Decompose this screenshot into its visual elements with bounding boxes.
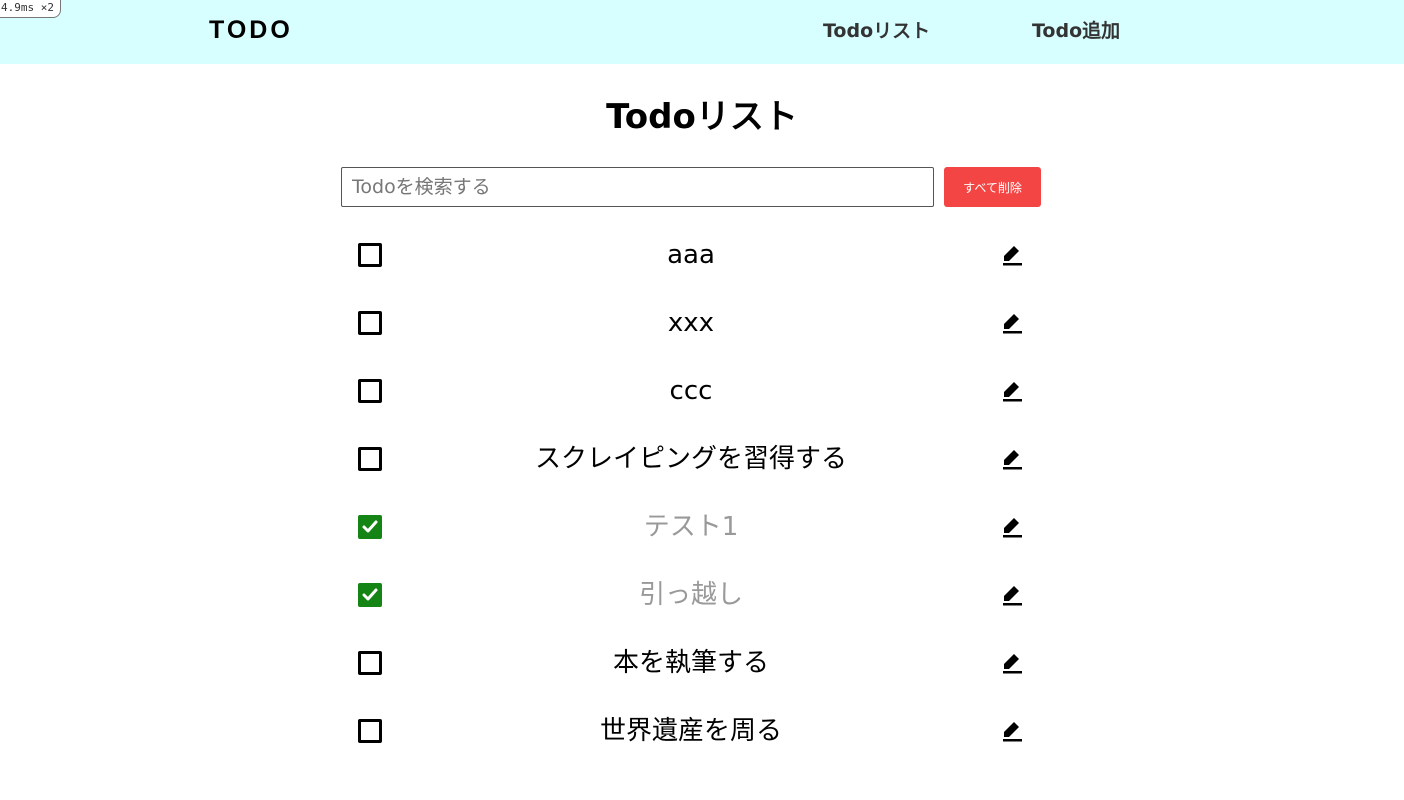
app-logo: TODO	[209, 16, 293, 44]
pencil-icon	[1003, 382, 1022, 402]
todo-item: 本を執筆する	[341, 629, 1041, 697]
delete-all-button[interactable]: すべて削除	[944, 167, 1041, 207]
pencil-icon	[1003, 722, 1022, 742]
todo-text: テスト1	[643, 512, 739, 542]
todo-item: xxx	[341, 289, 1041, 357]
todo-checkbox[interactable]	[358, 243, 382, 267]
todo-checkbox[interactable]	[358, 583, 382, 607]
check-icon	[362, 452, 378, 465]
check-icon	[362, 656, 378, 669]
search-input[interactable]	[341, 167, 934, 207]
edit-button[interactable]	[1001, 719, 1023, 743]
debug-badge: 4.9ms ×2	[0, 0, 61, 18]
todo-text: ccc	[669, 376, 713, 406]
nav-todo-list[interactable]: Todoリスト	[823, 18, 930, 44]
todo-text: aaa	[667, 240, 715, 270]
check-icon	[362, 520, 378, 533]
todo-text: 世界遺産を周る	[599, 716, 782, 746]
edit-button[interactable]	[1001, 447, 1023, 471]
todo-checkbox[interactable]	[358, 719, 382, 743]
top-header: TODO Todoリスト Todo追加	[0, 0, 1404, 64]
todo-item: テスト1	[341, 493, 1041, 561]
todo-checkbox[interactable]	[358, 379, 382, 403]
edit-button[interactable]	[1001, 243, 1023, 267]
pencil-icon	[1003, 586, 1022, 606]
pencil-icon	[1003, 518, 1022, 538]
check-icon	[362, 724, 378, 737]
edit-button[interactable]	[1001, 583, 1023, 607]
todo-checkbox[interactable]	[358, 651, 382, 675]
check-icon	[362, 248, 378, 261]
todo-text: 本を執筆する	[612, 648, 769, 678]
todo-checkbox[interactable]	[358, 447, 382, 471]
nav-todo-add[interactable]: Todo追加	[1032, 18, 1120, 44]
pencil-icon	[1003, 246, 1022, 266]
todo-list: aaa xxx ccc スクレイピングを習得する テスト1 引っ越し 本を執筆す…	[341, 221, 1041, 765]
todo-item: 引っ越し	[341, 561, 1041, 629]
pencil-icon	[1003, 654, 1022, 674]
todo-text: スクレイピングを習得する	[534, 444, 847, 474]
pencil-icon	[1003, 314, 1022, 334]
edit-button[interactable]	[1001, 651, 1023, 675]
check-icon	[362, 316, 378, 329]
todo-text: 引っ越し	[638, 580, 743, 610]
check-icon	[362, 588, 378, 601]
todo-item: 世界遺産を周る	[341, 697, 1041, 765]
todo-item: スクレイピングを習得する	[341, 425, 1041, 493]
edit-button[interactable]	[1001, 379, 1023, 403]
check-icon	[362, 384, 378, 397]
edit-button[interactable]	[1001, 311, 1023, 335]
todo-checkbox[interactable]	[358, 311, 382, 335]
todo-item: ccc	[341, 357, 1041, 425]
page-title: Todoリスト	[606, 97, 798, 137]
todo-item: aaa	[341, 221, 1041, 289]
edit-button[interactable]	[1001, 515, 1023, 539]
todo-text: xxx	[667, 308, 715, 338]
pencil-icon	[1003, 450, 1022, 470]
todo-checkbox[interactable]	[358, 515, 382, 539]
